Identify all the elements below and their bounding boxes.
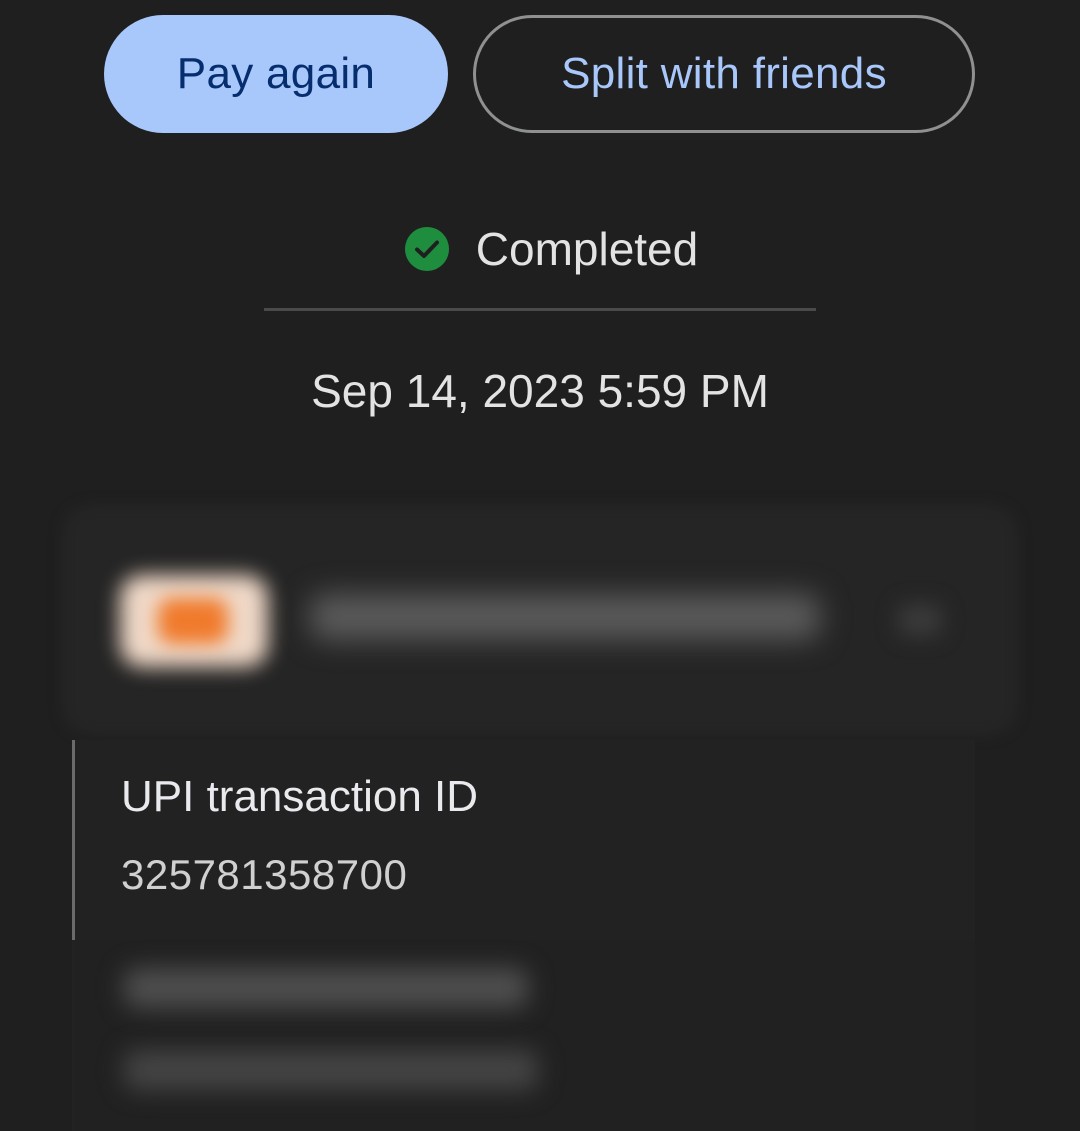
chevron-down-icon[interactable]	[898, 604, 942, 636]
transaction-datetime: Sep 14, 2023 5:59 PM	[311, 365, 769, 417]
redacted-detail-line	[124, 968, 528, 1008]
status-label: Completed	[475, 223, 699, 275]
upi-transaction-id-value: 325781358700	[121, 851, 408, 898]
bank-logo-mark	[158, 598, 228, 644]
split-with-friends-button[interactable]: Split with friends	[473, 15, 975, 133]
status-group: Completed	[404, 222, 698, 276]
check-circle-icon	[404, 227, 449, 271]
bank-account-name-redacted	[310, 594, 820, 640]
divider	[264, 308, 816, 311]
redacted-detail-line	[124, 1050, 538, 1090]
upi-transaction-id-label: UPI transaction ID	[121, 772, 479, 821]
status-row: Completed	[0, 222, 1080, 276]
pay-again-button[interactable]: Pay again	[104, 15, 448, 133]
